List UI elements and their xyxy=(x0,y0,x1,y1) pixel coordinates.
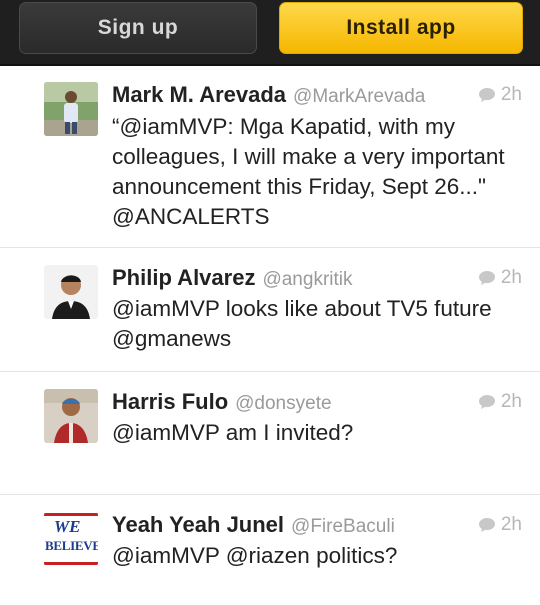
tweet-text: @iamMVP @riazen politics? xyxy=(112,543,398,568)
tweet-feed: Mark M. Arevada @MarkArevada 2h “@iamMVP… xyxy=(0,66,540,605)
speech-bubble-icon xyxy=(478,88,495,102)
tweet-header: Philip Alvarez @angkritik 2h xyxy=(112,265,522,293)
tweet-text: @iamMVP am I invited? xyxy=(112,420,354,445)
time-label: 2h xyxy=(500,391,522,412)
avatar[interactable] xyxy=(44,265,98,319)
author-handle[interactable]: @angkritik xyxy=(262,269,352,291)
tweet-item[interactable]: Mark M. Arevada @MarkArevada 2h “@iamMVP… xyxy=(0,66,540,248)
author-name[interactable]: Harris Fulo xyxy=(112,389,228,415)
tweet-header: Harris Fulo @donsyete 2h xyxy=(112,389,522,417)
avatar[interactable] xyxy=(44,389,98,443)
tweet-item[interactable]: Philip Alvarez @angkritik 2h @iamMVP loo… xyxy=(0,248,540,372)
avatar[interactable] xyxy=(44,82,98,136)
speech-bubble-icon xyxy=(478,518,495,532)
speech-bubble-icon xyxy=(478,395,495,409)
avatar[interactable]: WE BELIEVE xyxy=(44,512,98,566)
tweet-header: Yeah Yeah Junel @FireBaculi 2h xyxy=(112,512,522,540)
tweet-time: 2h xyxy=(478,84,522,106)
author-name[interactable]: Philip Alvarez xyxy=(112,265,255,291)
top-bar: Sign up Install app xyxy=(0,0,540,66)
author-handle[interactable]: @MarkArevada xyxy=(293,86,425,108)
install-app-button[interactable]: Install app xyxy=(279,2,523,54)
tweet-item[interactable]: WE BELIEVE Yeah Yeah Junel @FireBaculi 2… xyxy=(0,495,540,605)
tweet-item[interactable]: Harris Fulo @donsyete 2h @iamMVP am I in… xyxy=(0,372,540,495)
speech-bubble-icon xyxy=(478,271,495,285)
tweet-text: @iamMVP looks like about TV5 future @gma… xyxy=(112,296,492,351)
author-name[interactable]: Yeah Yeah Junel xyxy=(112,512,284,538)
tweet-time: 2h xyxy=(478,514,522,536)
sign-up-button[interactable]: Sign up xyxy=(19,2,257,54)
author-name[interactable]: Mark M. Arevada xyxy=(112,82,286,108)
time-label: 2h xyxy=(500,267,522,288)
tweet-time: 2h xyxy=(478,267,522,289)
tweet-text: “@iamMVP: Mga Kapatid, with my colleague… xyxy=(112,114,505,229)
time-label: 2h xyxy=(500,514,522,535)
we-believe-logo: WE BELIEVE xyxy=(44,512,98,566)
tweet-time: 2h xyxy=(478,391,522,413)
tweet-header: Mark M. Arevada @MarkArevada 2h xyxy=(112,82,522,110)
author-handle[interactable]: @donsyete xyxy=(235,393,331,415)
time-label: 2h xyxy=(500,84,522,105)
author-handle[interactable]: @FireBaculi xyxy=(291,516,395,538)
